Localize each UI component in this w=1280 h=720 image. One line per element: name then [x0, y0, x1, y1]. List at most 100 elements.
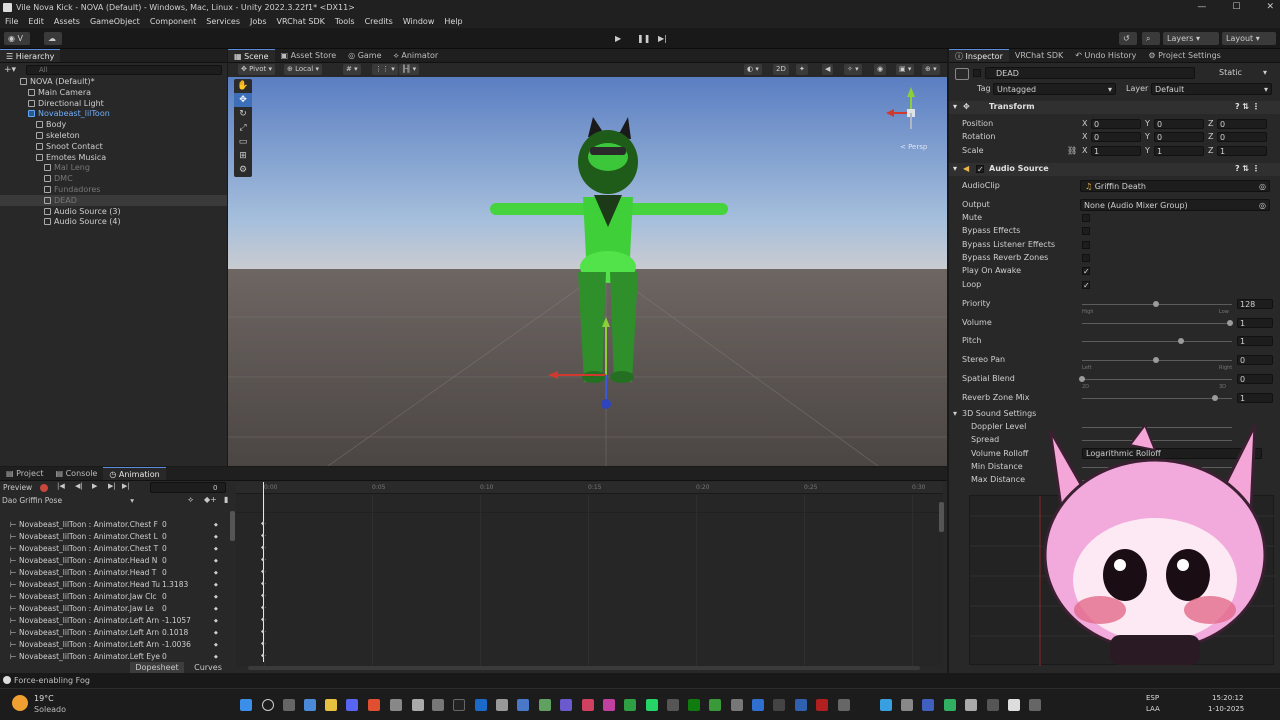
last-keyframe-icon[interactable]: ▶| — [122, 482, 130, 490]
property-value-field[interactable]: 0 — [162, 519, 167, 531]
animation-property-row[interactable]: ⊢ Novabeast_lilToon : Animator.Jaw Clc 0 ◆ — [0, 591, 228, 603]
property-value-field[interactable]: 0.1018 — [162, 627, 188, 639]
menu-assets[interactable]: Assets — [54, 15, 80, 28]
language-indicator[interactable]: ESP — [1146, 694, 1159, 702]
keyframe-diamond-icon[interactable]: ◆ — [214, 627, 218, 639]
app-icon-6[interactable] — [539, 699, 551, 711]
app-icon-21[interactable] — [944, 699, 956, 711]
property-value-field[interactable]: -1.1057 — [162, 615, 191, 627]
menu-jobs[interactable]: Jobs — [250, 15, 267, 28]
slider-track[interactable] — [1082, 341, 1232, 343]
grid-snap-button[interactable]: # ▾ — [343, 64, 361, 75]
static-dropdown[interactable]: ▾ — [1263, 67, 1267, 79]
keyframe-diamond-icon[interactable]: ◆ — [214, 603, 218, 615]
tiktok-icon[interactable] — [453, 699, 465, 711]
rect-tool-icon[interactable]: ▭ — [234, 135, 252, 149]
cloud-button[interactable]: ☁ — [44, 32, 62, 45]
slider-value-field[interactable]: 0 — [1237, 373, 1273, 384]
scene-viewport[interactable]: < Persp ✋ ✥ ↻ ⤢ ▭ ⊞ ⚙ — [228, 77, 947, 466]
frame-field[interactable]: 0 — [150, 482, 226, 493]
app-icon-19[interactable] — [901, 699, 913, 711]
app-icon-18[interactable] — [880, 699, 892, 711]
property-value-field[interactable]: 1.3183 — [162, 579, 188, 591]
whatsapp-icon[interactable] — [646, 699, 658, 711]
dopesheet-tab[interactable]: Dopesheet — [130, 662, 184, 673]
transform-y-field[interactable]: 0 — [1154, 119, 1204, 129]
transform-x-field[interactable]: 0 — [1091, 132, 1141, 143]
tag-dropdown[interactable]: Untagged ▾ — [993, 83, 1116, 95]
output-field[interactable]: None (Audio Mixer Group) ◎ — [1080, 199, 1270, 211]
filter-keys-icon[interactable]: ⟡ — [188, 495, 193, 505]
hierarchy-item[interactable]: Audio Source (4) — [0, 216, 227, 227]
add-event-icon[interactable]: ▮ — [224, 495, 228, 504]
snap-increment-button[interactable]: ⋮⋮ ▾ — [372, 64, 398, 75]
tab-animation[interactable]: ◷ Animation — [103, 467, 166, 480]
search-button[interactable]: ⌕ — [1142, 32, 1160, 45]
add-object-button[interactable]: +▾ — [4, 65, 18, 75]
app-icon-4[interactable] — [496, 699, 508, 711]
animation-property-row[interactable]: ⊢ Novabeast_lilToon : Animator.Head Tu 1.3… — [0, 579, 228, 591]
hidden-objects-toggle[interactable]: ◉ — [874, 64, 887, 75]
animation-property-row[interactable]: ⊢ Novabeast_lilToon : Animator.Jaw Le 0 ◆ — [0, 603, 228, 615]
property-scrollbar[interactable] — [230, 511, 235, 541]
keyframe-diamond-icon[interactable]: ◆ — [214, 615, 218, 627]
custom-tool-icon[interactable]: ⚙ — [234, 163, 252, 177]
hierarchy-item[interactable]: NOVA (Default)* — [0, 76, 227, 87]
keyframe-diamond-icon[interactable]: ◆ — [214, 555, 218, 567]
animation-property-row[interactable]: ⊢ Novabeast_lilToon : Animator.Chest T 0 ◆ — [0, 543, 228, 555]
maximize-icon[interactable]: ☐ — [1232, 0, 1240, 15]
keyframe-diamond-icon[interactable]: ◆ — [214, 639, 218, 651]
toggle-checkbox[interactable] — [1082, 253, 1090, 262]
app-icon-3[interactable] — [432, 699, 444, 711]
hierarchy-item[interactable]: Main Camera — [0, 87, 227, 98]
minimize-icon[interactable]: — — [1197, 0, 1206, 15]
component-menu-icon[interactable]: ? ⇅ ⋮ — [1235, 163, 1260, 175]
menu-file[interactable]: File — [5, 15, 18, 28]
hierarchy-item[interactable]: Emotes Musica — [0, 152, 227, 163]
app-icon-5[interactable] — [517, 699, 529, 711]
app-icon-8[interactable] — [582, 699, 594, 711]
object-name-field[interactable]: DEAD — [985, 67, 1195, 79]
slider-knob[interactable] — [1227, 319, 1233, 326]
step-button[interactable]: ▶| — [654, 32, 670, 45]
property-value-field[interactable]: 0 — [162, 567, 167, 579]
app-icon-13[interactable] — [752, 699, 764, 711]
app-icon-20[interactable] — [922, 699, 934, 711]
ruler-button[interactable]: ╟╢ ▾ — [399, 64, 420, 75]
menu-help[interactable]: Help — [444, 15, 462, 28]
audioclip-field[interactable]: ♫ Griffin Death ◎ — [1080, 180, 1270, 192]
link-scale-icon[interactable]: ⛓ — [1067, 145, 1077, 157]
keyframe-diamond-icon[interactable]: ◆ — [214, 591, 218, 603]
toggle-checkbox[interactable] — [1082, 240, 1090, 249]
brave-icon[interactable] — [368, 699, 380, 711]
menu-component[interactable]: Component — [150, 15, 196, 28]
slider-knob[interactable] — [1178, 338, 1185, 345]
curves-tab[interactable]: Curves — [186, 662, 230, 673]
tab-project-settings[interactable]: ⚙ Project Settings — [1142, 49, 1226, 62]
tab-animator[interactable]: ⟡ Animator — [388, 49, 445, 62]
widgets-icon[interactable] — [304, 699, 316, 711]
clock-date[interactable]: 1-10-2025 — [1208, 705, 1244, 713]
animation-property-row[interactable]: ⊢ Novabeast_lilToon : Animator.Left Arn -1… — [0, 615, 228, 627]
transform-z-field[interactable]: 1 — [1217, 145, 1267, 156]
keyframe-diamond-icon[interactable]: ◆ — [214, 531, 218, 543]
hierarchy-item[interactable]: Body — [0, 119, 227, 130]
lighting-toggle[interactable]: ✦ — [796, 64, 808, 75]
transform-header[interactable]: ▾ ✥ Transform ? ⇅ ⋮ — [949, 101, 1280, 114]
instagram-icon[interactable] — [603, 699, 615, 711]
perspective-label[interactable]: < Persp — [900, 143, 928, 151]
event-lane[interactable] — [236, 495, 943, 513]
hierarchy-search-input[interactable]: All — [26, 65, 222, 75]
app-icon-22[interactable] — [965, 699, 977, 711]
discord-icon[interactable] — [346, 699, 358, 711]
transform-tool-icon[interactable]: ⊞ — [234, 149, 252, 163]
slider-track[interactable] — [1082, 322, 1232, 324]
property-value-field[interactable]: 0 — [162, 531, 167, 543]
menu-services[interactable]: Services — [206, 15, 240, 28]
keyboard-layout[interactable]: LAA — [1146, 705, 1160, 713]
steam-icon[interactable] — [475, 699, 487, 711]
transform-z-field[interactable]: 0 — [1217, 119, 1267, 129]
object-picker-icon[interactable]: ◎ — [1259, 200, 1266, 212]
animation-property-row[interactable]: ⊢ Novabeast_lilToon : Animator.Chest L 0 ◆ — [0, 531, 228, 543]
first-keyframe-icon[interactable]: |◀ — [57, 482, 65, 490]
